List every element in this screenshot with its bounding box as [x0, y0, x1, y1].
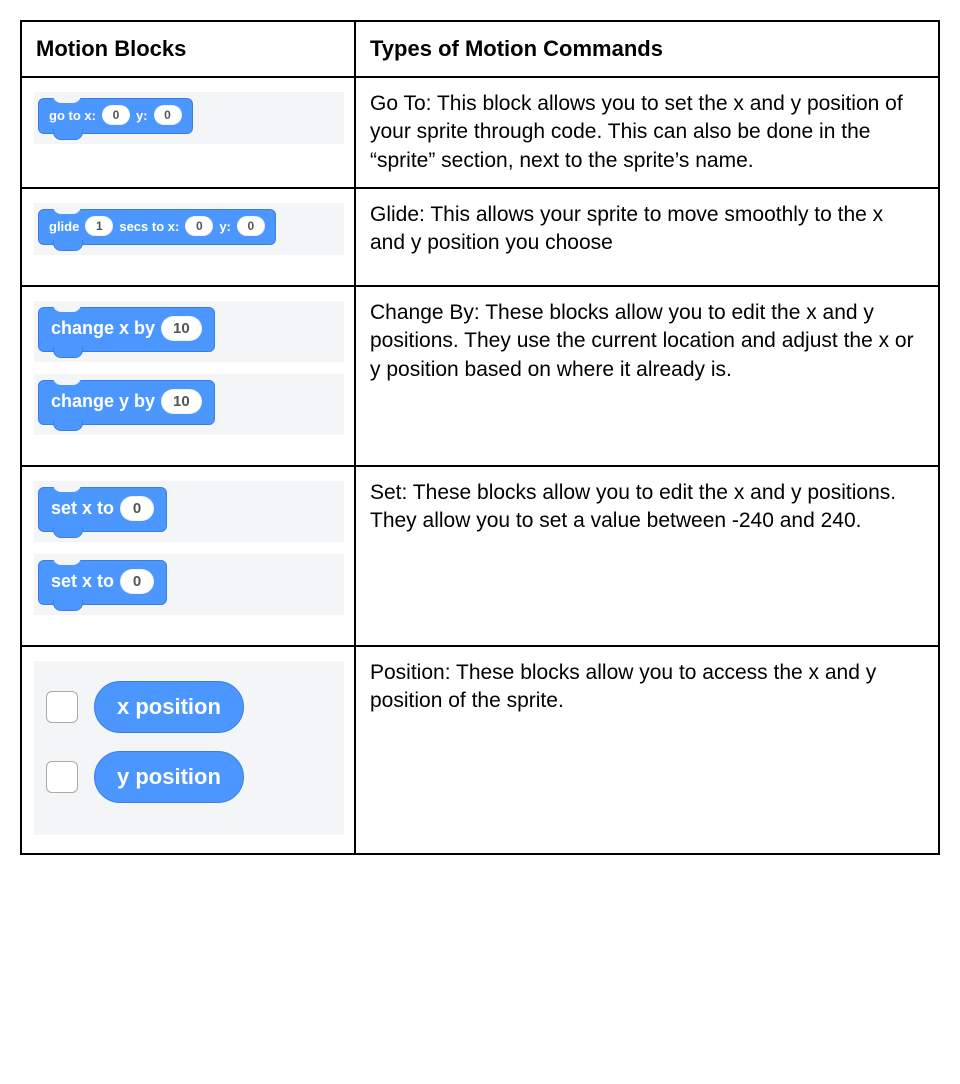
block-text: set x to [51, 571, 114, 592]
motion-blocks-table: Motion Blocks Types of Motion Commands g… [20, 20, 940, 855]
block-arg: 0 [154, 105, 182, 125]
block-arg: 0 [120, 569, 154, 594]
block-text: y: [136, 108, 148, 123]
table-row: change x by 10 change y by 10 Change By:… [21, 286, 939, 466]
block-text: set x to [51, 498, 114, 519]
y-position-reporter: y position [94, 751, 244, 803]
block-arg: 1 [85, 216, 113, 236]
block-text: glide [49, 219, 79, 234]
change-x-block: change x by 10 [38, 307, 215, 352]
block-arg: 0 [102, 105, 130, 125]
goto-block: go to x: 0 y: 0 [38, 98, 193, 134]
block-arg: 0 [120, 496, 154, 521]
header-right: Types of Motion Commands [355, 21, 939, 77]
block-arg: 10 [161, 316, 202, 341]
table-row: x position y position Position: These bl… [21, 646, 939, 854]
block-arg: 0 [237, 216, 265, 236]
change-y-block: change y by 10 [38, 380, 215, 425]
glide-block: glide 1 secs to x: 0 y: 0 [38, 209, 276, 245]
table-row: set x to 0 set x to 0 Set: These blocks … [21, 466, 939, 646]
x-position-reporter: x position [94, 681, 244, 733]
set-x-block-2: set x to 0 [38, 560, 167, 605]
goto-description: Go To: This block allows you to set the … [355, 77, 939, 188]
header-left: Motion Blocks [21, 21, 355, 77]
block-arg: 0 [185, 216, 213, 236]
block-text: change y by [51, 391, 155, 412]
x-position-checkbox[interactable] [46, 691, 78, 723]
y-position-checkbox[interactable] [46, 761, 78, 793]
table-row: go to x: 0 y: 0 Go To: This block allows… [21, 77, 939, 188]
set-description: Set: These blocks allow you to edit the … [355, 466, 939, 646]
set-x-block: set x to 0 [38, 487, 167, 532]
block-text: change x by [51, 318, 155, 339]
block-arg: 10 [161, 389, 202, 414]
glide-description: Glide: This allows your sprite to move s… [355, 188, 939, 286]
position-description: Position: These blocks allow you to acce… [355, 646, 939, 854]
block-text: y: [219, 219, 231, 234]
table-row: glide 1 secs to x: 0 y: 0 Glide: This al… [21, 188, 939, 286]
block-text: secs to x: [119, 219, 179, 234]
block-text: go to x: [49, 108, 96, 123]
changeby-description: Change By: These blocks allow you to edi… [355, 286, 939, 466]
